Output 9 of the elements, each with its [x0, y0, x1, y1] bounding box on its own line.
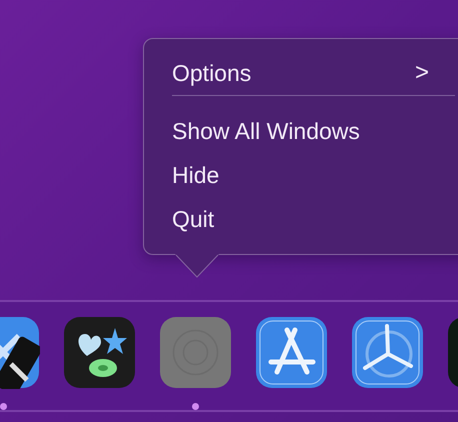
- shapes-icon[interactable]: [63, 316, 136, 389]
- chevron-icon: >: [414, 59, 429, 87]
- propeller-icon[interactable]: [351, 316, 424, 389]
- app-store-icon[interactable]: [255, 316, 328, 389]
- menu-item[interactable]: Options >: [144, 51, 458, 95]
- menu-item[interactable]: Show All Windows: [144, 109, 458, 153]
- menu-item[interactable]: Hide: [144, 153, 458, 197]
- blank-app-icon[interactable]: [159, 316, 232, 389]
- menu-item[interactable]: Quit: [144, 197, 458, 241]
